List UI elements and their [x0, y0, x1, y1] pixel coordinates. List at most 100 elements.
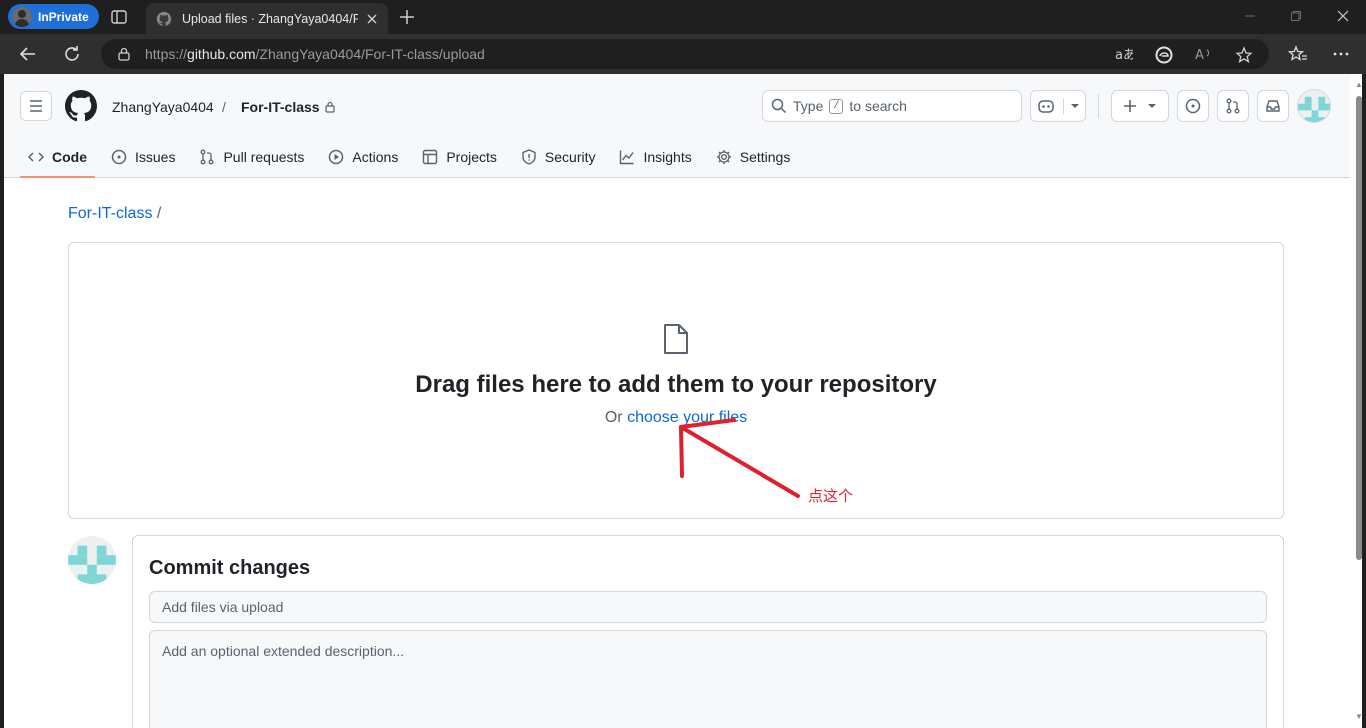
shield-icon: [521, 149, 537, 165]
inprivate-label: InPrivate: [38, 9, 89, 24]
inbox-icon: [1265, 98, 1281, 114]
search-icon: [771, 98, 787, 114]
commit-avatar: [68, 536, 116, 584]
tab-label: Projects: [446, 149, 497, 165]
tab-close-icon[interactable]: [366, 13, 378, 25]
browser-tab-bar: InPrivate Upload files · ZhangYaya0404/F…: [0, 0, 1366, 34]
edge-icon[interactable]: [1155, 46, 1173, 64]
tab-insights[interactable]: Insights: [611, 136, 699, 178]
table-icon: [422, 149, 438, 165]
url-scheme: https://: [145, 46, 188, 62]
issue-icon: [111, 149, 127, 165]
tab-label: Issues: [135, 149, 176, 165]
play-icon: [328, 149, 344, 165]
menu-icon[interactable]: [20, 91, 52, 121]
tab-pull-requests[interactable]: Pull requests: [191, 136, 312, 178]
breadcrumb-separator: /: [156, 205, 162, 222]
annotation-label: 点这个: [808, 488, 854, 505]
repo-nav: Code Issues Pull requests Actions Projec…: [20, 136, 806, 178]
search-suffix-text: to search: [849, 98, 907, 114]
breadcrumb: For-IT-class /: [68, 205, 161, 223]
issues-button[interactable]: [1177, 90, 1209, 122]
tab-actions[interactable]: Actions: [320, 136, 406, 178]
github-header: ZhangYaya0404 / For-IT-class Type / to s…: [4, 74, 1350, 178]
breadcrumb-separator: /: [222, 99, 226, 115]
chevron-down-icon: [1147, 102, 1157, 110]
private-lock-icon: [324, 101, 336, 113]
file-icon: [663, 323, 689, 355]
more-menu-icon[interactable]: [1332, 45, 1350, 63]
graph-icon: [619, 149, 635, 165]
commit-description-textarea[interactable]: [149, 630, 1267, 728]
commit-title: Commit changes: [149, 557, 311, 579]
url-host: github.com: [187, 46, 256, 62]
copilot-button[interactable]: [1030, 90, 1086, 122]
tab-actions-icon[interactable]: [110, 8, 128, 26]
scrollbar-thumb[interactable]: [1356, 96, 1362, 560]
read-aloud-icon[interactable]: A: [1195, 46, 1213, 64]
tab-settings[interactable]: Settings: [708, 136, 799, 178]
favorite-star-icon[interactable]: [1235, 46, 1253, 64]
tab-title: Upload files · ZhangYaya0404/For-IT-clas…: [182, 11, 358, 26]
url-path: /ZhangYaya0404/For-IT-class/upload: [255, 46, 485, 62]
favorites-icon[interactable]: [1288, 45, 1308, 63]
github-favicon-icon: [156, 10, 172, 27]
plus-icon: [1123, 99, 1137, 113]
restore-icon[interactable]: [1290, 10, 1302, 22]
scroll-up-icon[interactable]: ▲: [1354, 80, 1364, 90]
tab-code[interactable]: Code: [20, 136, 95, 178]
pull-request-icon: [199, 149, 215, 165]
create-new-button[interactable]: [1111, 90, 1169, 122]
search-type-text: Type: [793, 98, 824, 114]
address-bar[interactable]: https://github.com/ZhangYaya0404/For-IT-…: [101, 39, 1269, 69]
header-divider: [1098, 94, 1099, 118]
browser-tab-active[interactable]: Upload files · ZhangYaya0404/For-IT-clas…: [146, 3, 388, 34]
dropzone-title: Drag files here to add them to your repo…: [415, 371, 937, 398]
page-scrollbar[interactable]: ▲ ▼: [1354, 78, 1364, 724]
dropzone-choose-text: Or choose your files: [69, 409, 1283, 427]
pull-requests-button[interactable]: [1217, 90, 1249, 122]
scroll-down-icon[interactable]: ▼: [1354, 712, 1364, 722]
owner-link[interactable]: ZhangYaya0404: [112, 99, 214, 115]
breadcrumb-repo-link[interactable]: For-IT-class: [68, 205, 152, 222]
new-tab-icon[interactable]: [398, 8, 416, 26]
code-icon: [28, 149, 44, 165]
tab-label: Settings: [739, 149, 791, 165]
choose-files-link[interactable]: choose your files: [627, 409, 747, 426]
tab-label: Security: [544, 149, 596, 165]
repo-name: For-IT-class: [241, 99, 320, 115]
search-shortcut-key: /: [829, 98, 844, 114]
copilot-icon: [1037, 98, 1064, 114]
github-page: ZhangYaya0404 / For-IT-class Type / to s…: [4, 74, 1362, 728]
lock-icon[interactable]: [117, 47, 131, 61]
browser-toolbar: https://github.com/ZhangYaya0404/For-IT-…: [0, 34, 1366, 74]
profile-avatar: [12, 6, 32, 27]
close-window-icon[interactable]: [1337, 10, 1349, 22]
gear-icon: [716, 149, 732, 165]
inbox-button[interactable]: [1257, 90, 1289, 122]
commit-changes-panel: Commit changes: [132, 535, 1284, 728]
translate-icon[interactable]: aあ: [1115, 46, 1133, 64]
minimize-icon[interactable]: [1244, 10, 1256, 22]
pull-request-icon: [1225, 98, 1241, 114]
tab-label: Insights: [643, 149, 692, 165]
back-icon[interactable]: [18, 44, 38, 64]
refresh-icon[interactable]: [62, 44, 82, 64]
issue-icon: [1185, 98, 1201, 114]
user-avatar[interactable]: [1297, 89, 1331, 123]
tab-label: Code: [52, 149, 87, 165]
commit-message-input[interactable]: [149, 591, 1267, 623]
or-text: Or: [604, 409, 623, 426]
file-dropzone[interactable]: Drag files here to add them to your repo…: [68, 242, 1284, 519]
tab-issues[interactable]: Issues: [103, 136, 183, 178]
tab-label: Actions: [352, 149, 399, 165]
tab-security[interactable]: Security: [513, 136, 604, 178]
tab-projects[interactable]: Projects: [414, 136, 505, 178]
chevron-down-icon: [1064, 102, 1080, 110]
tab-label: Pull requests: [223, 149, 305, 165]
inprivate-badge[interactable]: InPrivate: [8, 4, 99, 29]
github-logo-icon[interactable]: [65, 90, 97, 122]
search-input[interactable]: Type / to search: [762, 90, 1022, 122]
svg-text:A: A: [1195, 48, 1204, 62]
repo-link[interactable]: For-IT-class: [241, 99, 336, 115]
